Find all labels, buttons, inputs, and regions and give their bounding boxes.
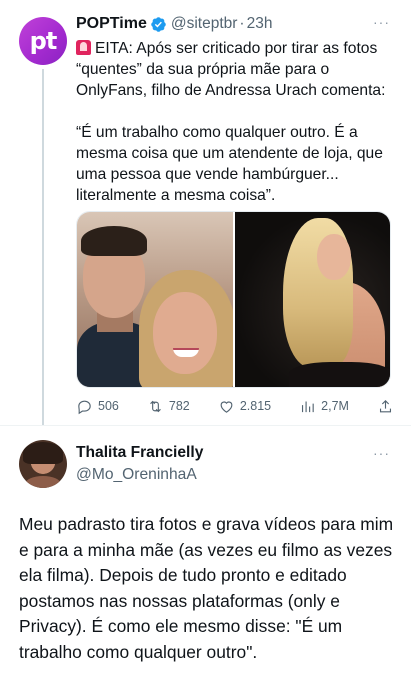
separator-dot: · [239,15,245,32]
reply-count: 506 [98,399,119,413]
tweet-header: POPTime @siteptbr · 23h [76,13,272,35]
timestamp[interactable]: 23h [247,15,273,33]
tweet-divider [0,425,411,426]
tweet-actions: 506 782 2.815 2,7M [76,396,394,416]
like-count: 2.815 [239,399,272,413]
views-button[interactable]: 2,7M [299,398,349,415]
photo-figure [81,226,147,256]
tweet-poptime: pt POPTime @siteptbr · 23h ··· EITA: Apó… [0,0,411,425]
retweet-button[interactable]: 782 [147,398,190,415]
view-count: 2,7M [321,399,349,413]
tweet-text: Meu padrasto tira fotos e grava vídeos p… [19,514,394,662]
retweet-icon [150,400,161,412]
more-options-icon[interactable]: ··· [373,445,390,461]
thread-connector-line [42,69,44,425]
retweet-count: 782 [168,399,190,413]
avatar-shirt [25,476,61,488]
avatar[interactable]: pt [19,17,67,65]
more-options-icon[interactable]: ··· [373,14,390,30]
avatar[interactable] [19,440,67,488]
handle[interactable]: @siteptbr [171,15,238,33]
share-icon [379,399,392,412]
handle[interactable]: @Mo_OreninhaA [76,466,197,484]
verified-badge-icon [151,16,166,32]
display-name[interactable]: Thalita Francielly [76,444,203,462]
photo-figure [153,292,217,374]
like-button[interactable]: 2.815 [218,398,271,415]
photo-portrait[interactable] [234,212,390,387]
share-button[interactable] [377,398,394,415]
reply-button[interactable]: 506 [76,398,119,415]
photo-figure [288,362,390,387]
display-name[interactable]: POPTime [76,15,147,33]
avatar-hair [23,442,63,464]
photo-figure [316,234,351,280]
reply-icon [78,400,91,414]
heart-icon [220,400,233,413]
tweet-text: EITA: Após ser criticado por tirar as fo… [76,38,398,206]
avatar-logo-text: pt [29,27,58,55]
rotating-light-icon [76,40,91,55]
media-grid[interactable] [76,211,391,388]
tweet-quote: “É um trabalho como qualquer outro. É a … [76,124,383,204]
tweet-text-main: EITA: Após ser criticado por tirar as fo… [76,40,386,99]
views-chart-icon [302,401,314,412]
photo-selfie[interactable] [77,212,233,387]
